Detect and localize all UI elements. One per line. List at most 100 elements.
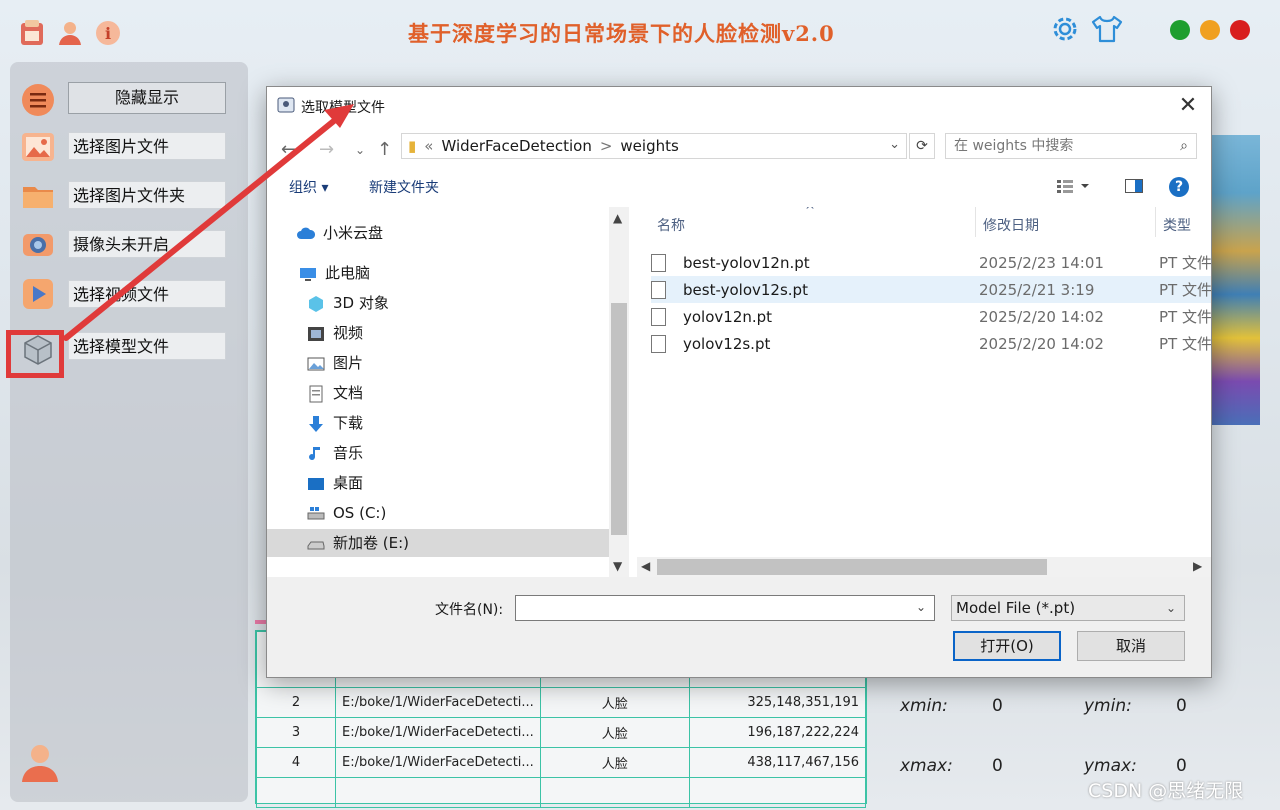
camera-toggle-button[interactable]: 摄像头未开启 <box>68 230 226 258</box>
open-button[interactable]: 打开(O) <box>953 631 1061 661</box>
select-video-file-button[interactable]: 选择视频文件 <box>68 280 226 308</box>
table-row[interactable]: 2 E:/boke/1/WiderFaceDetecti... 人脸 325,1… <box>256 687 867 718</box>
up-arrow-icon[interactable]: ↑ <box>377 139 392 160</box>
row-box: 438,117,467,156 <box>688 747 867 778</box>
file-open-dialog: 选取模型文件 ✕ ← → ⌄ ↑ ▮ « WiderFaceDetection … <box>266 86 1212 678</box>
scroll-left-icon[interactable]: ◀ <box>641 559 650 573</box>
breadcrumb-widerfacedetection[interactable]: WiderFaceDetection <box>441 137 591 155</box>
theme-shirt-icon[interactable] <box>1090 12 1124 46</box>
file-icon <box>651 253 666 272</box>
tree-item-music[interactable]: 音乐 <box>307 439 363 467</box>
navigation-tree: 小米云盘 此电脑 3D 对象 视频 图片 文档 下载 音乐 桌面 OS (C:)… <box>267 207 609 577</box>
filetype-select[interactable]: Model File (*.pt) ⌄ <box>951 595 1185 621</box>
tree-item-drive-e[interactable]: 新加卷 (E:) <box>267 529 609 557</box>
search-icon[interactable]: ⌕ <box>1180 134 1188 158</box>
address-dropdown-icon[interactable]: ⌄ <box>889 137 900 152</box>
filetype-dropdown-icon[interactable]: ⌄ <box>1166 596 1176 620</box>
scroll-thumb[interactable] <box>611 303 627 535</box>
close-button[interactable] <box>1230 20 1250 40</box>
tree-item-3d-objects[interactable]: 3D 对象 <box>307 289 389 317</box>
filename-dropdown-icon[interactable]: ⌄ <box>916 600 926 614</box>
address-overflow[interactable]: « <box>424 137 433 155</box>
file-type: PT 文件 <box>1159 254 1211 272</box>
preview-pane-icon[interactable] <box>1125 179 1143 197</box>
user-icon[interactable] <box>56 18 84 48</box>
select-image-folder-button[interactable]: 选择图片文件夹 <box>68 181 226 209</box>
file-icon <box>651 307 666 326</box>
image-icon[interactable] <box>20 129 56 165</box>
file-name: yolov12n.pt <box>683 307 773 326</box>
row-class: 人脸 <box>539 687 690 718</box>
filename-input[interactable]: ⌄ <box>515 595 935 621</box>
organize-menu[interactable]: 组织 ▾ <box>289 177 328 197</box>
video-play-icon[interactable] <box>20 276 56 312</box>
file-row[interactable]: best-yolov12n.pt 2025/2/23 14:01 PT 文件 <box>651 249 1211 276</box>
table-row[interactable]: 3 E:/boke/1/WiderFaceDetecti... 人脸 196,1… <box>256 717 867 748</box>
table-row[interactable] <box>256 777 867 808</box>
cancel-button[interactable]: 取消 <box>1077 631 1185 661</box>
file-row[interactable]: yolov12n.pt 2025/2/20 14:02 PT 文件 <box>651 303 1211 330</box>
column-type[interactable]: 类型 <box>1163 215 1191 235</box>
scroll-right-icon[interactable]: ▶ <box>1193 559 1202 573</box>
search-input[interactable]: 在 weights 中搜索 ⌕ <box>945 133 1197 159</box>
tree-item-label: 桌面 <box>333 474 364 492</box>
menu-list-icon[interactable] <box>20 82 56 118</box>
settings-gear-icon[interactable] <box>1048 12 1082 46</box>
scroll-up-icon[interactable]: ▲ <box>613 211 622 225</box>
dialog-close-button[interactable]: ✕ <box>1175 93 1201 119</box>
drive-e-icon <box>307 534 325 552</box>
forward-arrow-icon[interactable]: → <box>319 139 334 160</box>
row-class: 人脸 <box>539 717 690 748</box>
pictures-icon <box>307 354 325 372</box>
tree-item-downloads[interactable]: 下载 <box>307 409 363 437</box>
documents-icon <box>307 384 325 403</box>
address-bar[interactable]: ▮ « WiderFaceDetection > weights ⌄ <box>401 133 907 159</box>
select-model-file-button[interactable]: 选择模型文件 <box>68 332 226 360</box>
file-list-header: 名称 ^ 修改日期 类型 <box>637 207 1211 237</box>
maximize-button[interactable] <box>1200 20 1220 40</box>
help-icon[interactable]: ? <box>1169 177 1189 197</box>
navigation-bar: ← → ⌄ ↑ ▮ « WiderFaceDetection > weights… <box>267 133 1211 167</box>
new-folder-button[interactable]: 新建文件夹 <box>369 177 439 197</box>
scroll-down-icon[interactable]: ▼ <box>613 559 622 573</box>
user-profile-icon[interactable] <box>18 740 62 784</box>
hscroll-thumb[interactable] <box>657 559 1047 575</box>
recent-chevron-icon[interactable]: ⌄ <box>355 143 365 157</box>
info-icon[interactable]: i <box>94 18 122 48</box>
tree-item-drive-c[interactable]: OS (C:) <box>307 499 386 527</box>
folder-small-icon: ▮ <box>408 137 417 155</box>
file-row[interactable]: yolov12s.pt 2025/2/20 14:02 PT 文件 <box>651 330 1211 357</box>
table-row[interactable]: 4 E:/boke/1/WiderFaceDetecti... 人脸 438,1… <box>256 747 867 778</box>
select-image-file-button[interactable]: 选择图片文件 <box>68 132 226 160</box>
row-path: E:/boke/1/WiderFaceDetecti... <box>335 717 541 748</box>
camera-icon[interactable] <box>20 226 56 262</box>
tree-item-documents[interactable]: 文档 <box>307 379 363 407</box>
file-row-selected[interactable]: best-yolov12s.pt 2025/2/21 3:19 PT 文件 <box>651 276 1211 303</box>
column-divider <box>1155 207 1156 237</box>
tree-scrollbar[interactable]: ▲ ▼ <box>609 207 629 577</box>
desktop-icon <box>307 474 325 492</box>
tree-item-xiaomi-cloud[interactable]: 小米云盘 <box>297 219 383 247</box>
tree-item-pictures[interactable]: 图片 <box>307 349 363 377</box>
row-index: 4 <box>256 747 336 778</box>
file-list-hscrollbar[interactable]: ◀ ▶ <box>637 557 1211 577</box>
column-date[interactable]: 修改日期 <box>983 215 1039 235</box>
tree-item-desktop[interactable]: 桌面 <box>307 469 363 497</box>
file-type: PT 文件 <box>1159 308 1211 326</box>
tree-item-videos[interactable]: 视频 <box>307 319 363 347</box>
cloud-icon <box>297 224 316 242</box>
back-arrow-icon[interactable]: ← <box>281 139 296 160</box>
view-options-icon[interactable] <box>1057 179 1091 197</box>
clipboard-icon[interactable] <box>18 18 46 48</box>
tree-item-this-pc[interactable]: 此电脑 <box>299 259 370 287</box>
detection-preview-image <box>1208 135 1260 425</box>
hide-display-button[interactable]: 隐藏显示 <box>68 82 226 114</box>
folder-icon[interactable] <box>20 177 56 213</box>
column-name[interactable]: 名称 <box>657 215 685 235</box>
refresh-icon[interactable]: ⟳ <box>909 133 935 159</box>
dialog-footer: 文件名(N): ⌄ Model File (*.pt) ⌄ 打开(O) 取消 <box>267 577 1211 677</box>
minimize-button[interactable] <box>1170 20 1190 40</box>
file-date: 2025/2/20 14:02 <box>979 307 1104 326</box>
videos-icon <box>307 324 325 342</box>
breadcrumb-weights[interactable]: weights <box>620 137 678 155</box>
